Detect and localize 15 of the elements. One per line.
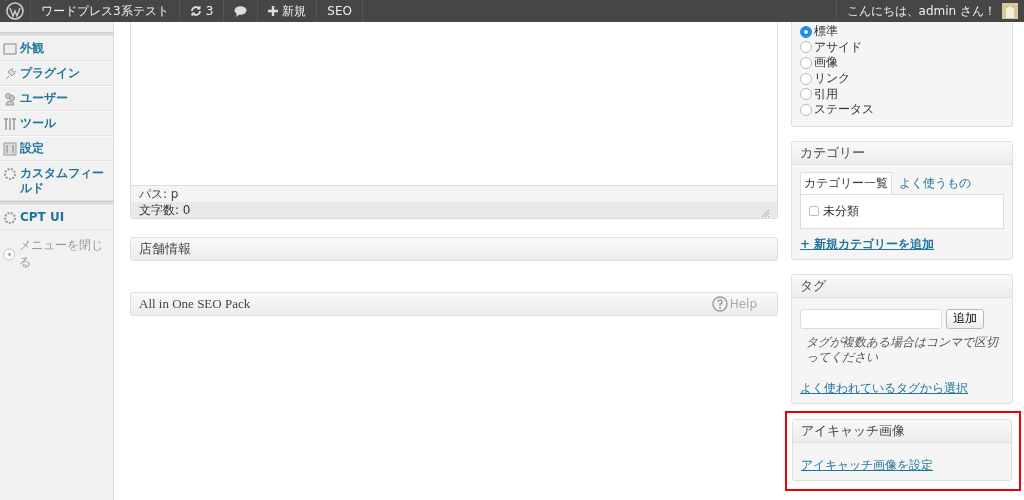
- metabox-title: All in One SEO Pack: [139, 296, 251, 312]
- radio-label: 引用: [814, 85, 838, 103]
- radio-label: 画像: [814, 54, 838, 72]
- path-text: パス: p: [131, 185, 777, 202]
- panel-title: タグ: [792, 274, 1012, 298]
- radio-label: 標準: [814, 23, 838, 41]
- word-count: 文字数: 0: [139, 203, 191, 217]
- radio-label: アサイド: [814, 38, 862, 56]
- tag-hint: タグが複数ある場合はコンマで区切ってください: [806, 334, 1000, 365]
- radio-label: リンク: [814, 70, 850, 88]
- metabox-title: 店舗情報: [139, 240, 191, 258]
- panel-title: アイキャッチ画像: [793, 419, 1011, 443]
- panel-title: カテゴリー: [792, 141, 1012, 165]
- radio-label: ステータス: [814, 101, 874, 119]
- checkbox-label: 未分類: [823, 202, 859, 220]
